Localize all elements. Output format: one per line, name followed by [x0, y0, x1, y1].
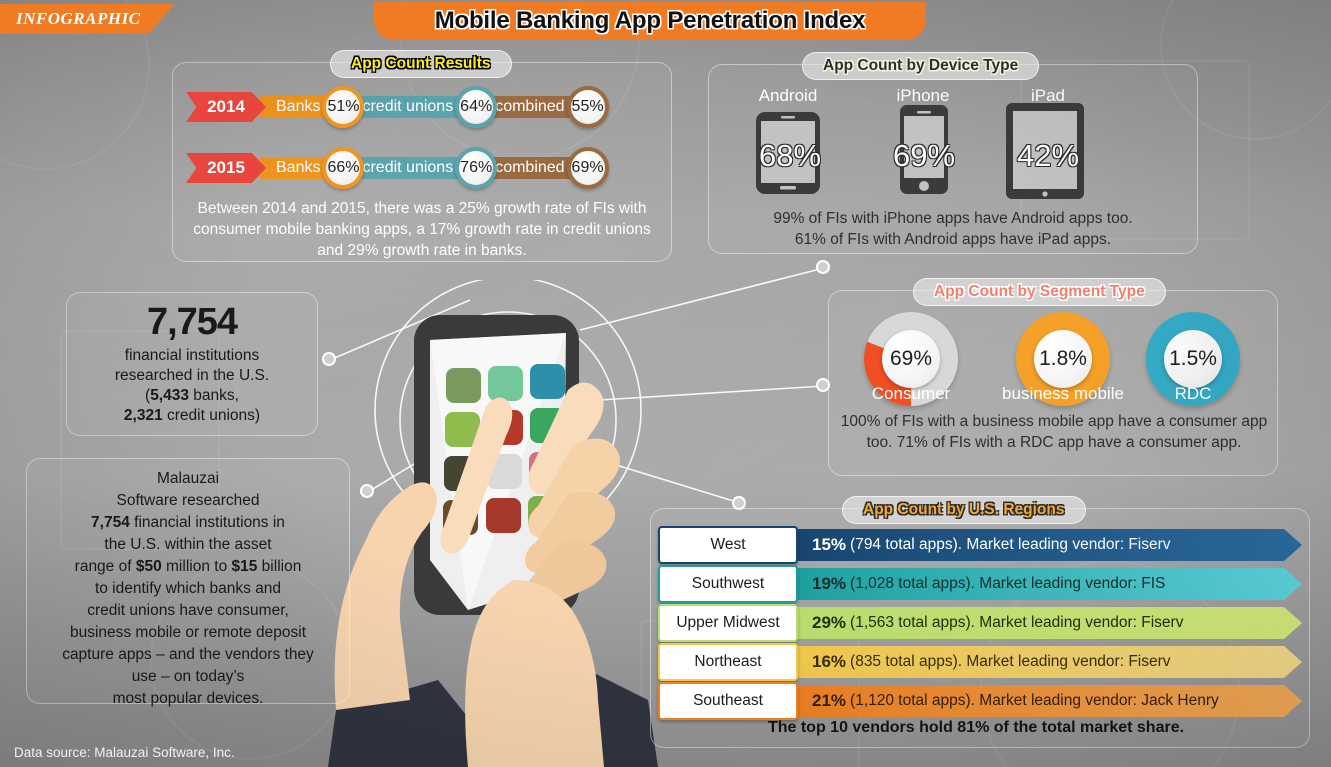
segment-type-note: 100% of FIs with a business mobile app h… — [840, 413, 1268, 451]
year-badge: 2015 — [186, 153, 266, 183]
region-bar-northeast: 16% (835 total apps). Market leading ven… — [790, 646, 1302, 678]
donut-value-rdc: 1.5% — [1164, 330, 1222, 388]
region-bar-upper-midwest: 29% (1,563 total apps). Market leading v… — [790, 607, 1302, 639]
region-bar-southwest: 19% (1,028 total apps). Market leading v… — [790, 568, 1302, 600]
page-title: Mobile Banking App Penetration Index — [374, 2, 926, 40]
region-name-northeast[interactable]: Northeast — [658, 643, 798, 681]
region-name-upper-midwest[interactable]: Upper Midwest — [658, 604, 798, 642]
region-pct-west: 15% — [812, 535, 847, 554]
stat-line-4: 2,321 credit unions) — [66, 406, 318, 426]
credit-unions-value: 64% — [455, 86, 498, 128]
segment-type-heading: App Count by Segment Type — [913, 278, 1166, 306]
donut-label-business-mobile: business mobile — [1002, 384, 1124, 403]
regions-footnote: The top 10 vendors hold 81% of the total… — [767, 719, 1185, 736]
about-l9: capture apps – and the vendors they — [62, 646, 314, 663]
region-row-southwest: 19% (1,028 total apps). Market leading v… — [658, 565, 1294, 603]
banks-value: 51% — [322, 86, 365, 128]
credit-unions-value: 76% — [455, 147, 498, 189]
about-block: Malauzai Software researched 7,754 finan… — [26, 468, 350, 710]
app-count-results-blurb: Between 2014 and 2015, there was a 25% g… — [193, 200, 651, 259]
credit-unions-label: credit unions — [346, 96, 474, 118]
about-l10: use – on today’s — [131, 668, 245, 685]
region-row-northeast: 16% (835 total apps). Market leading ven… — [658, 643, 1294, 681]
hand-holding-phone-illustration — [328, 280, 658, 767]
about-l7: credit unions have consumer, — [87, 602, 289, 619]
stat-block: 7,754 financial institutions researched … — [66, 301, 318, 426]
device-type-note: 99% of FIs with iPhone apps have Android… — [773, 210, 1133, 248]
about-l6: to identify which banks and — [94, 580, 282, 597]
region-row-upper-midwest: 29% (1,563 total apps). Market leading v… — [658, 604, 1294, 642]
banks-value: 66% — [322, 147, 365, 189]
device-label-iphone: iPhone — [896, 86, 950, 105]
donut-value-consumer: 69% — [882, 330, 940, 388]
about-l1: Malauzai — [156, 470, 220, 487]
about-l4: the U.S. within the asset — [104, 536, 272, 553]
region-row-west: 15% (794 total apps). Market leading ven… — [658, 526, 1294, 564]
region-pct-upper-midwest: 29% — [812, 613, 847, 632]
region-detail-southeast: (1,120 total apps). Market leading vendo… — [850, 692, 1219, 709]
about-asset-max: $15 — [231, 558, 258, 575]
stat-line-2: researched in the U.S. — [114, 366, 270, 384]
device-value-ipad: 42% — [1016, 138, 1080, 173]
region-row-southeast: 21% (1,120 total apps). Market leading v… — [658, 682, 1294, 720]
region-detail-northeast: (835 total apps). Market leading vendor:… — [850, 653, 1171, 670]
region-pct-southeast: 21% — [812, 691, 847, 710]
combined-value: 69% — [566, 147, 609, 189]
about-l11: most popular devices. — [112, 690, 264, 707]
stat-banks-count: 5,433 — [150, 387, 189, 405]
device-label-android: Android — [758, 86, 818, 105]
region-name-southwest[interactable]: Southwest — [658, 565, 798, 603]
about-fi-count: 7,754 — [91, 514, 130, 531]
regions-heading: App Count by U.S. Regions — [842, 496, 1086, 524]
year-badge: 2014 — [186, 92, 266, 122]
combined-value: 55% — [566, 86, 609, 128]
region-pct-northeast: 16% — [812, 652, 847, 671]
about-asset-min: $50 — [135, 558, 162, 575]
infographic-canvas: INFOGRAPHIC Mobile Banking App Penetrati… — [0, 0, 1331, 767]
credit-unions-label: credit unions — [346, 157, 474, 179]
region-detail-southwest: (1,028 total apps). Market leading vendo… — [850, 575, 1166, 592]
infographic-ribbon: INFOGRAPHIC — [0, 4, 175, 34]
data-source-label: Data source: Malauzai Software, Inc. — [14, 745, 235, 760]
region-name-southeast[interactable]: Southeast — [658, 682, 798, 720]
region-name-west[interactable]: West — [658, 526, 798, 564]
stat-line-3: (5,433 banks, — [66, 386, 318, 406]
stat-big-number: 7,754 — [146, 301, 238, 343]
region-detail-upper-midwest: (1,563 total apps). Market leading vendo… — [850, 614, 1184, 631]
stat-cu-count: 2,321 — [123, 407, 163, 425]
connector-dot — [816, 260, 830, 274]
about-l5: range of $50 million to $15 billion — [74, 558, 302, 575]
donut-label-consumer: Consumer — [871, 384, 951, 403]
region-detail-west: (794 total apps). Market leading vendor:… — [850, 536, 1171, 553]
donut-value-business-mobile: 1.8% — [1034, 330, 1092, 388]
region-bar-southeast: 21% (1,120 total apps). Market leading v… — [790, 685, 1302, 717]
stat-banks-label: banks, — [188, 387, 239, 405]
region-pct-southwest: 19% — [812, 574, 847, 593]
donut-label-rdc: RDC — [1174, 384, 1212, 403]
about-l3: 7,754 financial institutions in — [91, 514, 285, 531]
stat-cu-label: credit unions) — [162, 407, 261, 425]
device-value-android: 68% — [758, 138, 822, 173]
about-l2: Software researched — [116, 492, 260, 509]
app-count-results-row: 2015 Banks 66% credit unions 76% combine… — [186, 147, 609, 189]
stat-line-1: financial institutions — [124, 346, 260, 364]
device-value-iphone: 69% — [892, 138, 956, 173]
app-count-results-heading: App Count Results — [330, 50, 512, 78]
device-type-heading: App Count by Device Type — [802, 52, 1040, 80]
app-count-results-row: 2014 Banks 51% credit unions 64% combine… — [186, 86, 609, 128]
about-l8: business mobile or remote deposit — [69, 624, 307, 641]
region-bar-west: 15% (794 total apps). Market leading ven… — [790, 529, 1302, 561]
